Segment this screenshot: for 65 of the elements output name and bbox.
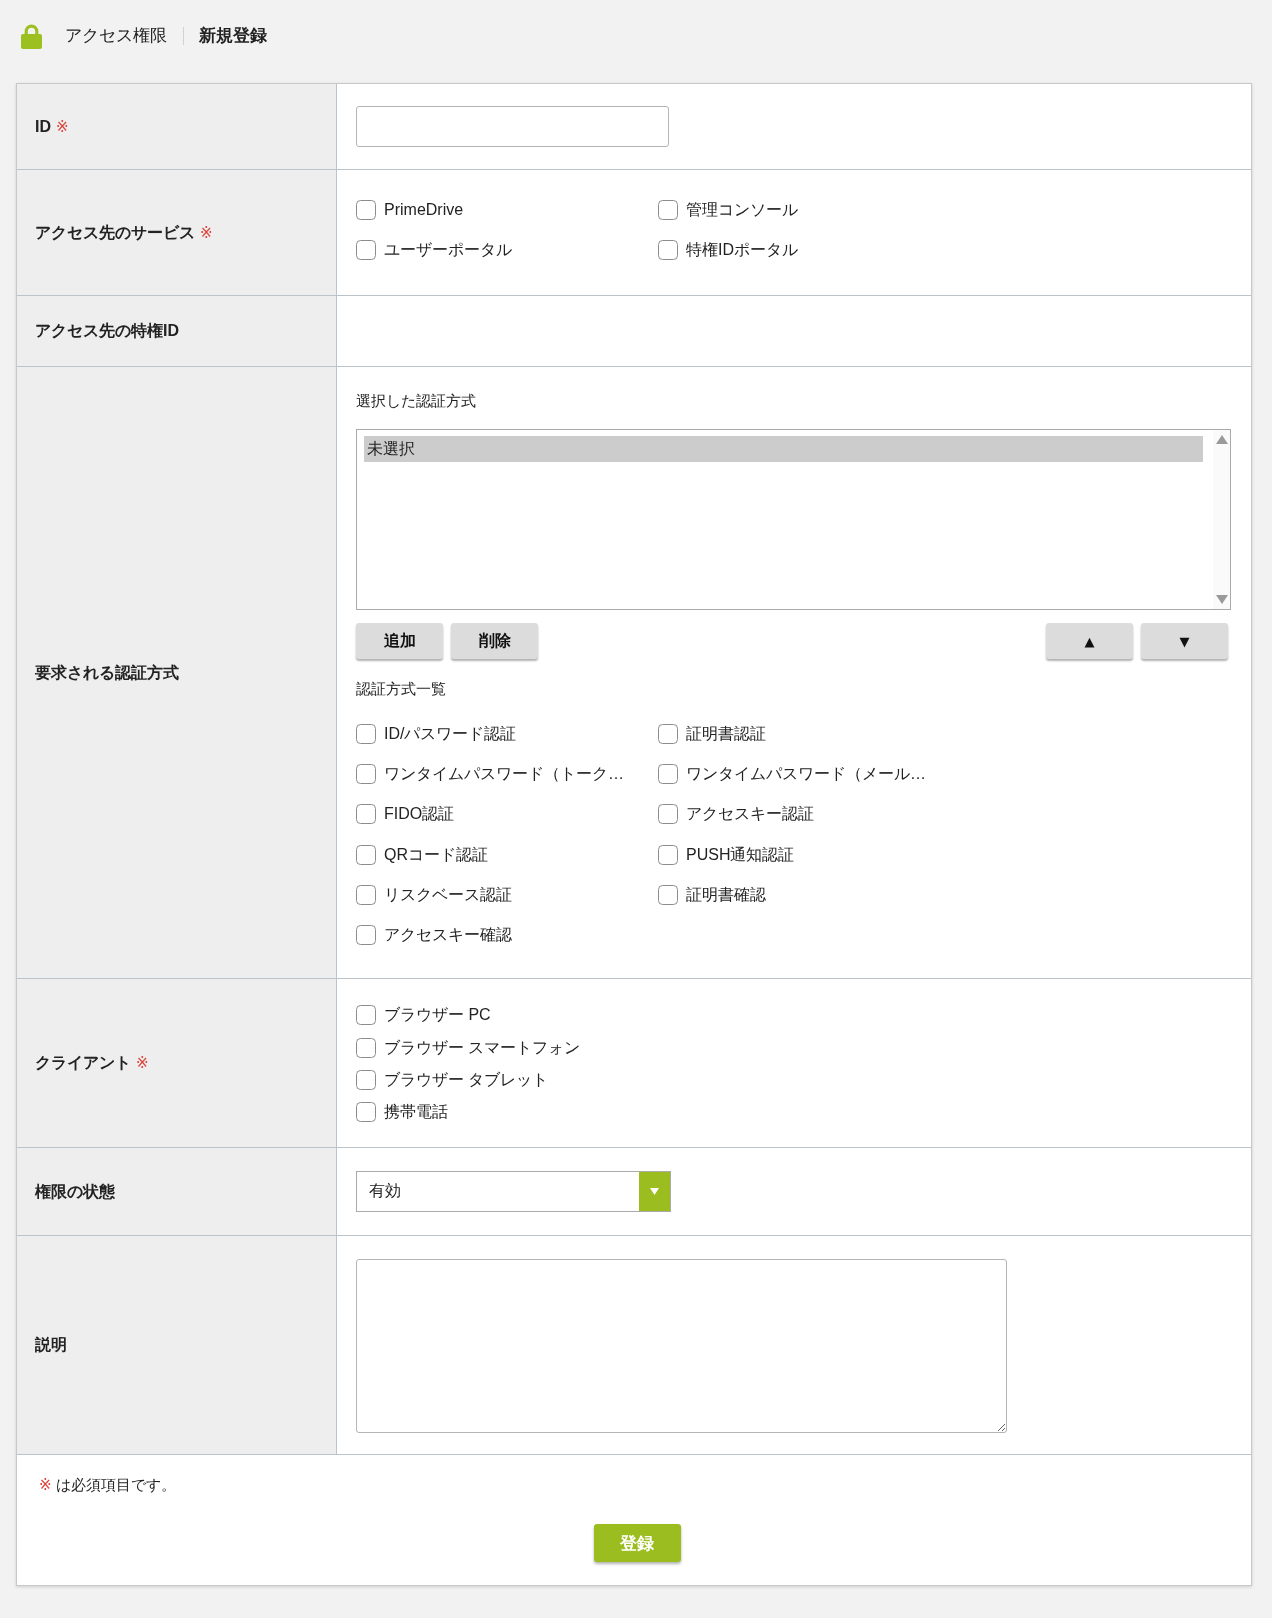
checkbox[interactable]: [658, 884, 678, 905]
checkbox[interactable]: [356, 764, 376, 785]
section-title: 認証方式一覧: [356, 679, 446, 699]
option-label: ユーザーポータル: [384, 240, 512, 260]
checkbox[interactable]: [356, 200, 376, 220]
option-label: 特権IDポータル: [686, 240, 798, 260]
action-button[interactable]: 削除: [451, 623, 538, 659]
listbox-option[interactable]: 未選択: [364, 436, 1203, 462]
option-label: ID/パスワード認証: [384, 724, 517, 745]
option-label: PrimeDrive: [384, 200, 464, 220]
option-label: アクセスキー認証: [686, 804, 814, 825]
checkbox[interactable]: [356, 925, 376, 946]
checkbox[interactable]: [658, 844, 678, 865]
required-mark: ※: [200, 222, 213, 243]
option-label: ブラウザー PC: [384, 1005, 491, 1026]
checkbox[interactable]: [356, 724, 376, 745]
checkbox[interactable]: [658, 764, 678, 785]
checkbox[interactable]: [658, 724, 678, 745]
scroll-up-icon[interactable]: [1215, 435, 1228, 444]
selected-methods-listbox[interactable]: 未選択: [356, 429, 1231, 610]
lock-icon: [21, 23, 42, 49]
page-title: 新規登録: [199, 25, 267, 47]
option-label: 管理コンソール: [686, 200, 798, 220]
action-button[interactable]: 追加: [356, 623, 443, 659]
scrollbar-track[interactable]: [1213, 430, 1230, 609]
option-label: ワンタイムパスワード（メール…: [686, 764, 926, 785]
field-label: 説明: [35, 1335, 67, 1356]
id-input[interactable]: [356, 106, 669, 147]
checkbox[interactable]: [356, 844, 376, 865]
checkbox[interactable]: [658, 240, 678, 260]
option-label: 携帯電話: [384, 1102, 448, 1123]
checkbox[interactable]: [658, 200, 678, 220]
scroll-down-icon[interactable]: [1215, 595, 1228, 604]
field-label: クライアント: [35, 1053, 131, 1074]
required-mark: ※: [136, 1053, 149, 1074]
move-button[interactable]: ▲: [1046, 623, 1133, 659]
option-label: アクセスキー確認: [384, 925, 512, 946]
option-label: ブラウザー タブレット: [384, 1069, 549, 1090]
checkbox[interactable]: [356, 240, 376, 260]
field-label: アクセス先のサービス: [35, 222, 195, 243]
checkbox[interactable]: [356, 1005, 376, 1026]
section-title: 選択した認証方式: [356, 391, 476, 411]
option-label: リスクベース認証: [384, 884, 512, 905]
checkbox[interactable]: [356, 884, 376, 905]
option-label: ブラウザー スマートフォン: [384, 1037, 581, 1058]
checkbox[interactable]: [658, 804, 678, 825]
checkbox[interactable]: [356, 1102, 376, 1123]
required-mark: ※: [56, 116, 69, 137]
field-label: アクセス先の特権ID: [35, 321, 179, 341]
field-label: 要求される認証方式: [35, 662, 179, 683]
move-button[interactable]: ▼: [1141, 623, 1228, 659]
status-select[interactable]: 有効: [356, 1171, 671, 1213]
option-label: 証明書確認: [686, 884, 766, 905]
option-label: FIDO認証: [384, 804, 455, 825]
checkbox[interactable]: [356, 804, 376, 825]
option-label: PUSH通知認証: [686, 844, 795, 865]
option-label: ワンタイムパスワード（トーク…: [384, 764, 624, 785]
section-title: アクセス権限: [65, 25, 167, 47]
required-note: ※ は必須項目です。: [39, 1475, 176, 1496]
checkbox[interactable]: [356, 1037, 376, 1058]
field-label: ID: [35, 116, 51, 137]
option-label: 証明書認証: [686, 724, 766, 745]
option-label: QRコード認証: [384, 844, 488, 865]
field-label: 権限の状態: [35, 1181, 115, 1202]
checkbox[interactable]: [356, 1069, 376, 1090]
